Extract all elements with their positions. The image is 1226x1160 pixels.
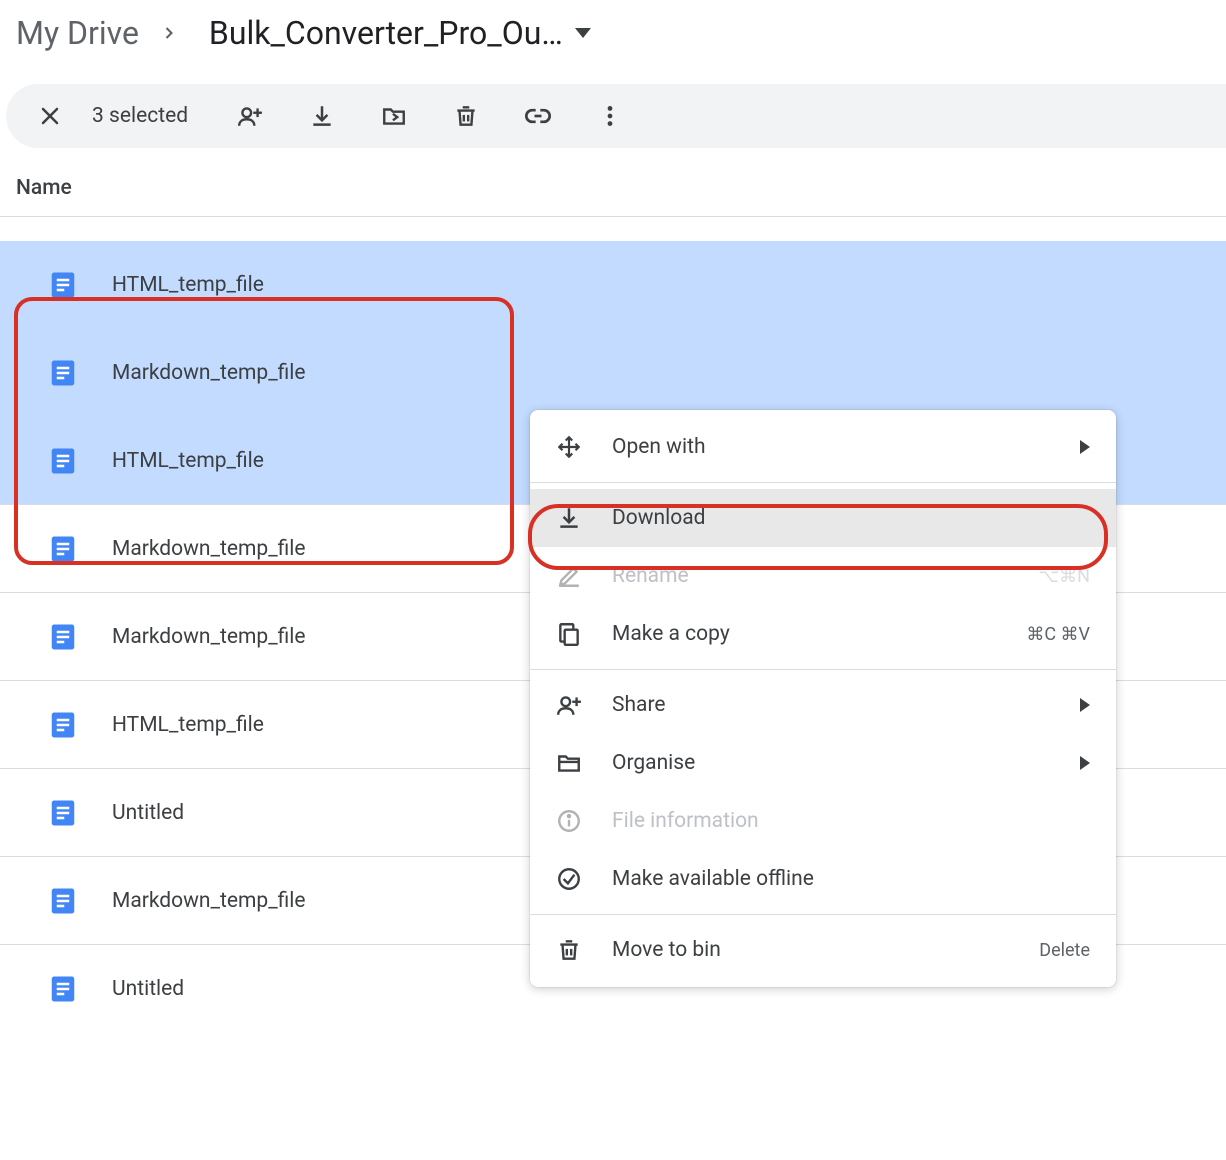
file-name: Markdown_temp_file (112, 889, 306, 913)
menu-share[interactable]: Share (530, 676, 1116, 734)
doc-icon (48, 270, 78, 300)
menu-label: Open with (612, 435, 706, 459)
download-icon (556, 505, 582, 531)
menu-rename: Rename ⌥⌘N (530, 547, 1116, 605)
context-menu: Open with Download Rename ⌥⌘N Make a cop… (530, 410, 1116, 987)
more-options-button[interactable] (590, 96, 630, 136)
menu-shortcut: ⌘C ⌘V (1026, 624, 1090, 645)
file-name: Markdown_temp_file (112, 361, 306, 385)
menu-label: Make a copy (612, 622, 730, 646)
file-name: HTML_temp_file (112, 713, 264, 737)
menu-shortcut: Delete (1039, 940, 1090, 961)
doc-icon (48, 798, 78, 828)
menu-label: Rename (612, 564, 689, 588)
menu-file-info: File information (530, 792, 1116, 850)
file-name: HTML_temp_file (112, 449, 264, 473)
selection-count: 3 selected (92, 104, 188, 128)
menu-separator (530, 914, 1116, 915)
folder-icon (556, 750, 582, 776)
doc-icon (48, 358, 78, 388)
chevron-right-icon (159, 23, 179, 43)
bin-icon (556, 937, 582, 963)
menu-separator (530, 482, 1116, 483)
download-button[interactable] (302, 96, 342, 136)
menu-download[interactable]: Download (530, 489, 1116, 547)
doc-icon (48, 710, 78, 740)
breadcrumb-root[interactable]: My Drive (16, 14, 139, 52)
file-row[interactable]: HTML_temp_file (0, 241, 1226, 329)
breadcrumb-current-label: Bulk_Converter_Pro_Ou… (209, 14, 563, 52)
menu-open-with[interactable]: Open with (530, 418, 1116, 476)
breadcrumb-current-dropdown[interactable]: Bulk_Converter_Pro_Ou… (199, 10, 601, 56)
delete-button[interactable] (446, 96, 486, 136)
breadcrumb: My Drive Bulk_Converter_Pro_Ou… (0, 0, 1226, 66)
column-header-name[interactable]: Name (0, 148, 1226, 217)
menu-label: Share (612, 693, 666, 717)
doc-icon (48, 446, 78, 476)
selection-toolbar: 3 selected (6, 84, 1226, 148)
file-name: Untitled (112, 977, 184, 1001)
menu-shortcut: ⌥⌘N (1038, 566, 1090, 587)
menu-make-copy[interactable]: Make a copy ⌘C ⌘V (530, 605, 1116, 663)
submenu-arrow-icon (1080, 440, 1090, 454)
menu-separator (530, 669, 1116, 670)
share-icon (556, 692, 582, 718)
submenu-arrow-icon (1080, 756, 1090, 770)
menu-label: File information (612, 809, 759, 833)
doc-icon (48, 886, 78, 916)
doc-icon (48, 974, 78, 1004)
file-name: Untitled (112, 801, 184, 825)
copy-icon (556, 621, 582, 647)
info-icon (556, 808, 582, 834)
menu-label: Move to bin (612, 938, 721, 962)
caret-down-icon (575, 28, 591, 38)
doc-icon (48, 534, 78, 564)
doc-icon (48, 622, 78, 652)
file-name: Markdown_temp_file (112, 625, 306, 649)
file-name: Markdown_temp_file (112, 537, 306, 561)
offline-icon (556, 866, 582, 892)
file-name: HTML_temp_file (112, 273, 264, 297)
file-row[interactable]: Markdown_temp_file (0, 329, 1226, 417)
menu-move-to-bin[interactable]: Move to bin Delete (530, 921, 1116, 979)
move-button[interactable] (374, 96, 414, 136)
menu-label: Download (612, 506, 706, 530)
move-arrows-icon (556, 434, 582, 460)
share-button[interactable] (230, 96, 270, 136)
menu-organise[interactable]: Organise (530, 734, 1116, 792)
menu-label: Make available offline (612, 867, 814, 891)
pencil-icon (556, 563, 582, 589)
menu-label: Organise (612, 751, 695, 775)
link-button[interactable] (518, 96, 558, 136)
menu-offline[interactable]: Make available offline (530, 850, 1116, 908)
submenu-arrow-icon (1080, 698, 1090, 712)
close-selection-button[interactable] (30, 96, 70, 136)
